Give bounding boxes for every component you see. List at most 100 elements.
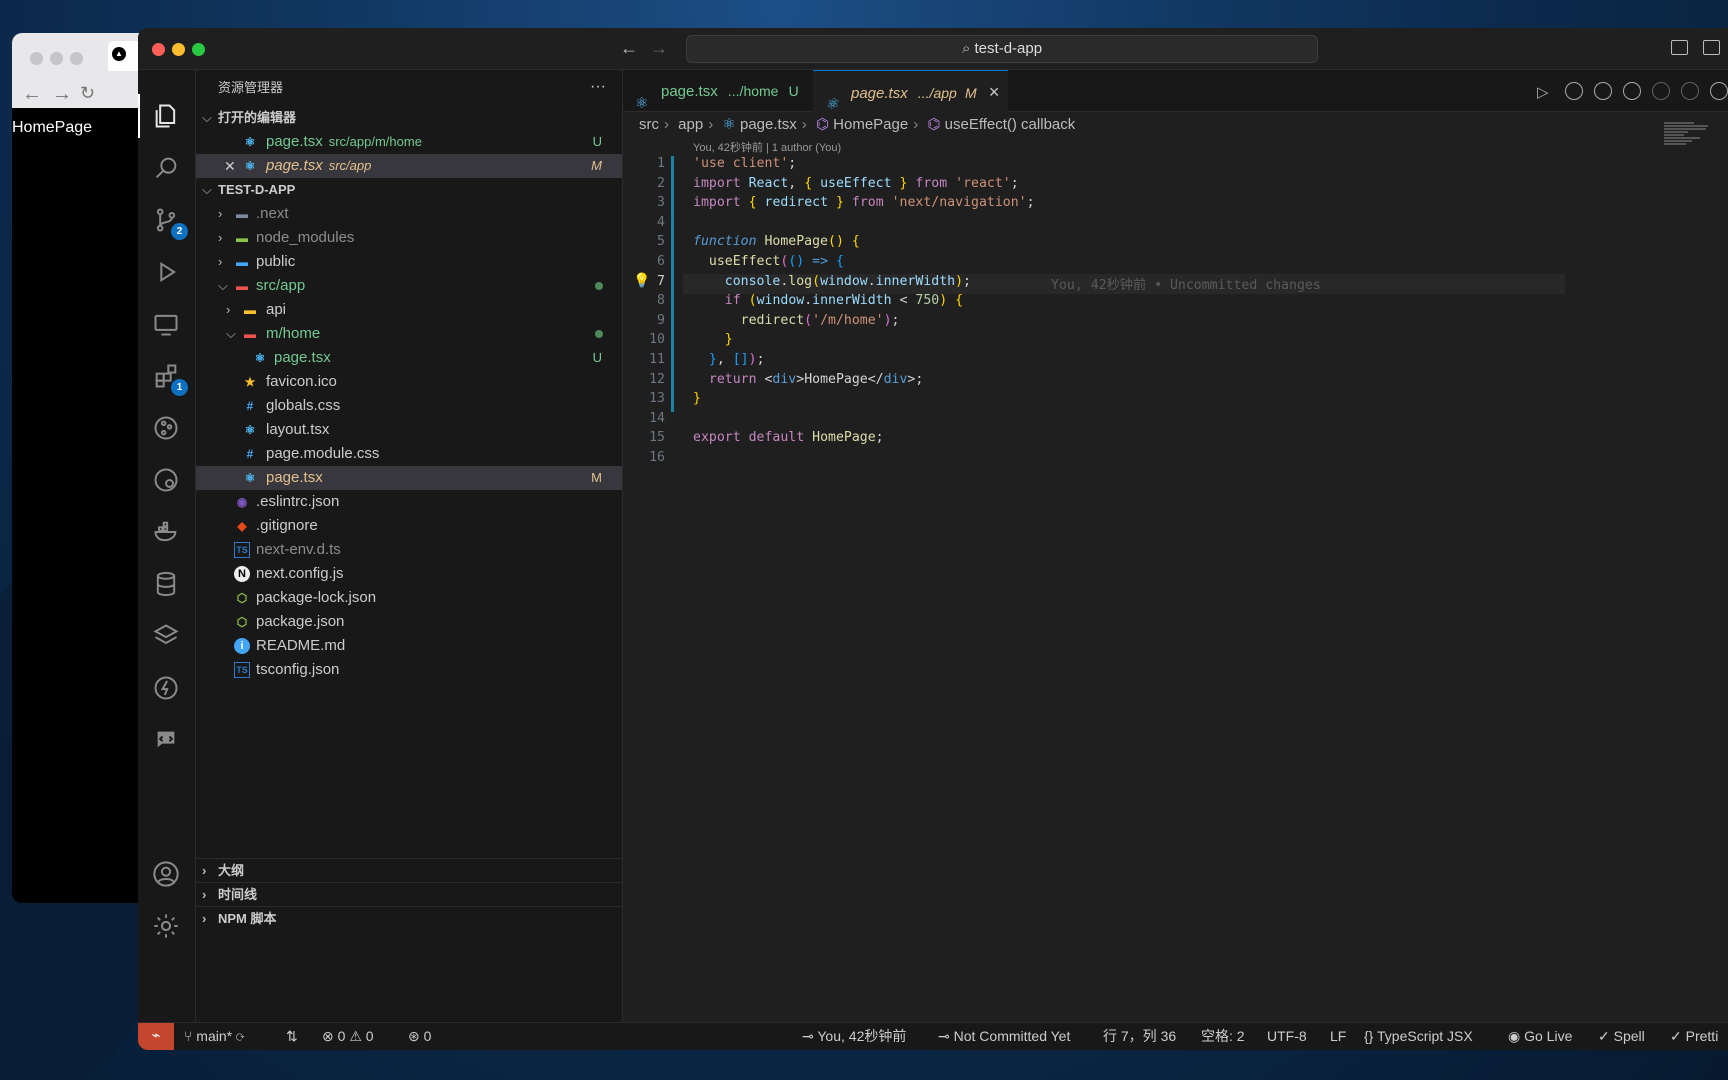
window-zoom-button[interactable] bbox=[192, 43, 205, 56]
blame-status[interactable]: ⊸ You, 42秒钟前 bbox=[802, 1023, 906, 1049]
remote-explorer-icon[interactable] bbox=[148, 306, 184, 342]
code-editor[interactable]: src › app › ⚛ page.tsx › ⌬ HomePage › ⌬ useE… bbox=[623, 112, 1728, 1022]
run-debug-icon[interactable] bbox=[148, 254, 184, 290]
tree-item-file[interactable]: ⬡ package.json bbox=[196, 610, 622, 634]
tree-item-file[interactable]: ⬡ package-lock.json bbox=[196, 586, 622, 610]
lightbulb-icon[interactable]: 💡 bbox=[633, 273, 650, 289]
breadcrumb-item[interactable]: HomePage bbox=[833, 116, 908, 133]
tree-item-folder[interactable]: › ▬ api bbox=[196, 298, 622, 322]
tree-item-file[interactable]: # globals.css bbox=[196, 394, 622, 418]
previous-change-icon[interactable] bbox=[1652, 82, 1670, 100]
line-number: 12 bbox=[649, 372, 665, 387]
tree-item-file[interactable]: ◆ .gitignore bbox=[196, 514, 622, 538]
lightning-icon[interactable] bbox=[148, 670, 184, 706]
command-center-search[interactable]: ⌕ test-d-app bbox=[686, 35, 1318, 63]
gitlens-inspect-icon[interactable] bbox=[1710, 82, 1728, 100]
window-close-button[interactable] bbox=[152, 43, 165, 56]
back-arrow-icon[interactable]: ← bbox=[22, 83, 42, 106]
tree-item-folder[interactable]: › ▬ public bbox=[196, 250, 622, 274]
npm-scripts-section[interactable]: › NPM 脚本 bbox=[196, 906, 622, 930]
go-live-button[interactable]: ◉ Go Live bbox=[1508, 1023, 1572, 1049]
minimap[interactable] bbox=[1664, 122, 1712, 154]
spell-check-status[interactable]: ✓ Spell bbox=[1598, 1023, 1645, 1049]
search-view-icon[interactable] bbox=[148, 150, 184, 186]
tab-page-tsx-app[interactable]: ⚛ page.tsx .../app M × bbox=[813, 70, 1008, 113]
nav-back-icon[interactable]: ← bbox=[620, 38, 638, 59]
explorer-icon[interactable] bbox=[138, 94, 184, 138]
tree-item-file-active[interactable]: ⚛ page.tsx M bbox=[196, 466, 622, 490]
window-minimize-button[interactable] bbox=[172, 43, 185, 56]
tree-item-file[interactable]: TS tsconfig.json bbox=[196, 658, 622, 682]
settings-gear-icon[interactable] bbox=[148, 908, 184, 944]
tree-item-file[interactable]: TS next-env.d.ts bbox=[196, 538, 622, 562]
cursor-position[interactable]: 行 7，列 36 bbox=[1103, 1023, 1176, 1049]
problems-status[interactable]: ⊗ 0 ⚠ 0 bbox=[322, 1023, 374, 1049]
layers-icon[interactable] bbox=[148, 618, 184, 654]
tree-item-folder[interactable]: ⌵ ▬ src/app bbox=[196, 274, 622, 298]
timeline-section[interactable]: › 时间线 bbox=[196, 882, 622, 906]
close-icon[interactable]: ✕ bbox=[224, 154, 236, 178]
git-graph-icon[interactable] bbox=[148, 410, 184, 446]
tree-item-folder[interactable]: › ▬ .next bbox=[196, 202, 622, 226]
code-line: if (window.innerWidth < 750) { bbox=[724, 293, 964, 308]
tree-item-file[interactable]: i README.md bbox=[196, 634, 622, 658]
nav-forward-icon[interactable]: → bbox=[650, 38, 668, 59]
source-control-icon[interactable]: 2 bbox=[148, 202, 188, 240]
ports-status[interactable]: ⊛ 0 bbox=[408, 1023, 431, 1049]
gitlens-icon[interactable] bbox=[148, 462, 184, 498]
breadcrumb-item[interactable]: page.tsx bbox=[740, 116, 797, 133]
open-editors-header[interactable]: ⌵ 打开的编辑器 bbox=[196, 106, 622, 130]
language-mode[interactable]: {} TypeScript JSX bbox=[1364, 1023, 1473, 1049]
git-compare-icon[interactable]: ⇅ bbox=[286, 1023, 298, 1049]
breadcrumb-item[interactable]: app bbox=[678, 116, 703, 133]
nodejs-icon: ⬡ bbox=[236, 615, 248, 629]
tree-item-file[interactable]: Nnext.config.js bbox=[196, 562, 622, 586]
tree-item-folder[interactable]: ⌵ ▬ m/home bbox=[196, 322, 622, 346]
breadcrumb-item[interactable]: src bbox=[639, 116, 659, 133]
forward-arrow-icon[interactable]: → bbox=[52, 83, 72, 106]
browser-page-text: HomePage bbox=[12, 119, 93, 136]
toggle-sidebar-icon[interactable] bbox=[1671, 40, 1688, 55]
history-icon[interactable] bbox=[1565, 82, 1583, 100]
folder-icon: ▬ bbox=[236, 231, 248, 245]
tree-item-file[interactable]: ★ favicon.ico bbox=[196, 370, 622, 394]
compare-changes-icon[interactable] bbox=[1594, 82, 1612, 100]
next-change-icon[interactable] bbox=[1681, 82, 1699, 100]
code-chat-icon[interactable] bbox=[148, 722, 184, 758]
open-editor-item-active[interactable]: ✕ ⚛ page.tsx src/app M bbox=[196, 154, 622, 178]
line-number: 16 bbox=[649, 450, 665, 465]
browser-zoom-button[interactable] bbox=[70, 52, 83, 65]
indentation[interactable]: 空格: 2 bbox=[1201, 1023, 1245, 1049]
encoding[interactable]: UTF-8 bbox=[1267, 1023, 1307, 1049]
tree-item-folder[interactable]: › ▬ node_modules bbox=[196, 226, 622, 250]
open-editor-item[interactable]: ⚛ page.tsx src/app/m/home U bbox=[196, 130, 622, 154]
more-actions-icon[interactable]: ··· bbox=[590, 70, 606, 104]
branch-status[interactable]: ⑂ main* ⟳ bbox=[184, 1023, 244, 1049]
project-header[interactable]: ⌵ TEST-D-APP bbox=[196, 178, 622, 202]
prettier-status[interactable]: ✓ Pretti bbox=[1670, 1023, 1718, 1049]
run-icon[interactable]: ▷ bbox=[1536, 82, 1554, 101]
extensions-icon[interactable]: 1 bbox=[148, 358, 188, 396]
codelens-author[interactable]: You, 42秒钟前 | 1 author (You) bbox=[693, 139, 841, 155]
browser-close-button[interactable] bbox=[30, 52, 43, 65]
reload-icon[interactable]: ↻ bbox=[80, 83, 95, 104]
tree-item-file[interactable]: ◉ .eslintrc.json bbox=[196, 490, 622, 514]
tree-item-file[interactable]: ⚛ layout.tsx bbox=[196, 418, 622, 442]
browser-minimize-button[interactable] bbox=[50, 52, 63, 65]
outline-section[interactable]: › 大纲 bbox=[196, 858, 622, 882]
breadcrumb-item[interactable]: useEffect() callback bbox=[945, 116, 1076, 133]
commit-status[interactable]: ⊸ Not Committed Yet bbox=[938, 1023, 1070, 1049]
tree-item-file[interactable]: ⚛ page.tsx U bbox=[196, 346, 622, 370]
docker-icon[interactable] bbox=[148, 514, 184, 550]
remote-indicator[interactable]: ⌁ bbox=[138, 1023, 174, 1050]
end-of-line[interactable]: LF bbox=[1330, 1023, 1346, 1049]
tab-page-tsx-home[interactable]: ⚛ page.tsx .../home U bbox=[623, 70, 811, 112]
toggle-panel-icon[interactable] bbox=[1703, 40, 1720, 55]
close-tab-icon[interactable]: × bbox=[989, 82, 1000, 102]
chevron-down-icon: ⌵ bbox=[226, 326, 236, 341]
react-file-icon: ⚛ bbox=[244, 135, 256, 149]
database-icon[interactable] bbox=[148, 566, 184, 602]
tree-item-file[interactable]: # page.module.css bbox=[196, 442, 622, 466]
account-icon[interactable] bbox=[148, 856, 184, 892]
open-changes-icon[interactable] bbox=[1623, 82, 1641, 100]
